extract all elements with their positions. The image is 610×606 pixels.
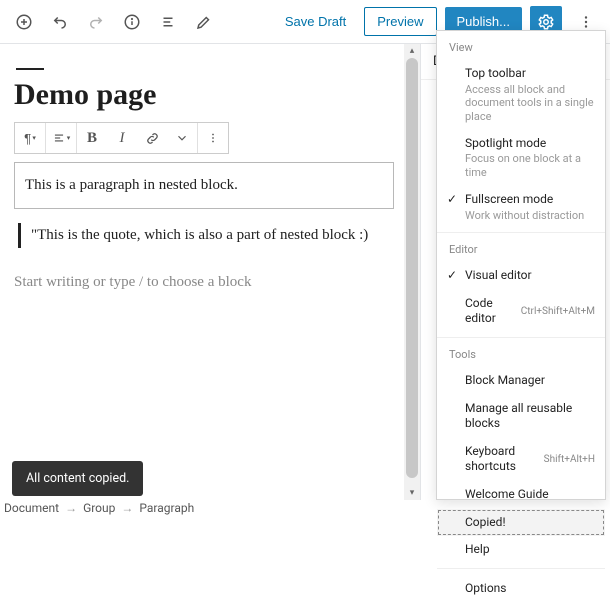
menu-item-fullscreen-mode[interactable]: ✓ Fullscreen mode Work without distracti… <box>437 186 605 228</box>
paragraph-block[interactable]: This is a paragraph in nested block. <box>14 162 394 209</box>
menu-item-help[interactable]: Help <box>437 536 605 564</box>
more-menu: View Top toolbar Access all block and do… <box>436 30 606 500</box>
menu-item-top-toolbar[interactable]: Top toolbar Access all block and documen… <box>437 60 605 130</box>
block-toolbar: ¶▾ ▾ B I <box>14 122 229 154</box>
snackbar-text: All content copied. <box>26 471 129 486</box>
page-title[interactable]: Demo page <box>14 78 394 112</box>
menu-item-visual-editor[interactable]: ✓ Visual editor <box>437 262 605 290</box>
redo-button[interactable] <box>80 6 112 38</box>
title-decoration <box>16 68 44 70</box>
align-button[interactable]: ▾ <box>46 123 76 153</box>
check-icon: ✓ <box>447 192 459 206</box>
link-button[interactable] <box>137 123 167 153</box>
menu-item-options[interactable]: Options <box>437 575 605 603</box>
menu-item-spotlight-mode[interactable]: Spotlight mode Focus on one block at a t… <box>437 130 605 186</box>
add-block-button[interactable] <box>8 6 40 38</box>
menu-item-copied[interactable]: Copied! <box>437 509 605 537</box>
chevron-right-icon: → <box>121 501 133 515</box>
outline-button[interactable] <box>152 6 184 38</box>
preview-button[interactable]: Preview <box>364 7 436 36</box>
check-icon: ✓ <box>447 268 459 282</box>
paragraph-text: This is a paragraph in nested block. <box>25 177 238 193</box>
menu-heading-tools: Tools <box>437 344 605 367</box>
scroll-thumb[interactable] <box>406 58 418 478</box>
italic-button[interactable]: I <box>107 123 137 153</box>
scroll-down-icon[interactable]: ▾ <box>404 486 420 500</box>
quote-block[interactable]: "This is the quote, which is also a part… <box>18 223 394 248</box>
more-rich-text-button[interactable] <box>167 123 197 153</box>
menu-item-welcome-guide[interactable]: Welcome Guide <box>437 481 605 509</box>
edit-button[interactable] <box>188 6 220 38</box>
pilcrow-icon: ¶ <box>24 131 31 146</box>
menu-heading-view: View <box>437 37 605 60</box>
undo-button[interactable] <box>44 6 76 38</box>
editor-scrollbar[interactable]: ▴ ▾ <box>404 44 420 500</box>
breadcrumb-item[interactable]: Paragraph <box>139 501 194 515</box>
editor-canvas: Demo page ¶▾ ▾ B I This is a paragraph i… <box>0 44 420 500</box>
menu-item-reusable-blocks[interactable]: Manage all reusable blocks <box>437 395 605 438</box>
breadcrumb-item[interactable]: Group <box>83 501 115 515</box>
bold-button[interactable]: B <box>77 123 107 153</box>
menu-item-code-editor[interactable]: Code editor Ctrl+Shift+Alt+M <box>437 290 605 333</box>
block-more-button[interactable] <box>198 123 228 153</box>
quote-text: "This is the quote, which is also a part… <box>31 227 368 243</box>
menu-heading-editor: Editor <box>437 239 605 262</box>
new-block-placeholder[interactable]: Start writing or type / to choose a bloc… <box>14 274 394 291</box>
menu-item-keyboard-shortcuts[interactable]: Keyboard shortcuts Shift+Alt+H <box>437 438 605 481</box>
info-button[interactable] <box>116 6 148 38</box>
snackbar-notification: All content copied. <box>12 461 143 496</box>
save-draft-button[interactable]: Save Draft <box>275 8 356 35</box>
chevron-right-icon: → <box>65 501 77 515</box>
scroll-up-icon[interactable]: ▴ <box>404 44 420 58</box>
menu-item-block-manager[interactable]: Block Manager <box>437 367 605 395</box>
block-type-button[interactable]: ¶▾ <box>15 123 45 153</box>
block-breadcrumb: Document → Group → Paragraph <box>4 500 194 516</box>
breadcrumb-item[interactable]: Document <box>4 501 59 515</box>
